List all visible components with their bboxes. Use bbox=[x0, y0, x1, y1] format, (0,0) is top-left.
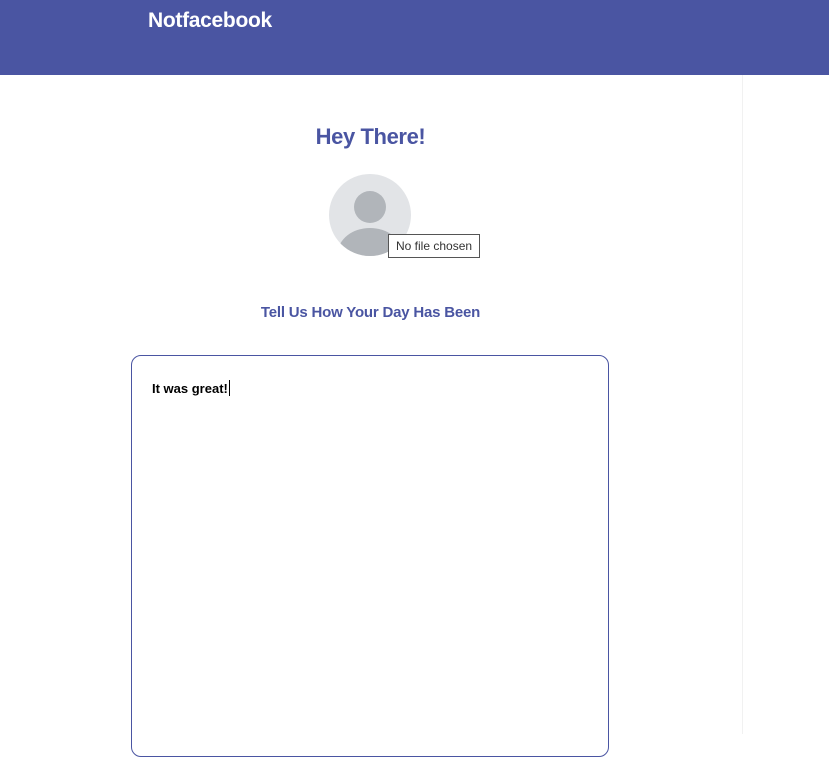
post-textarea-value: It was great! bbox=[152, 381, 228, 396]
sidebar-divider bbox=[742, 75, 743, 734]
post-textarea-content[interactable]: It was great! bbox=[152, 380, 230, 396]
post-textarea[interactable]: It was great! bbox=[131, 355, 609, 757]
text-caret bbox=[228, 380, 230, 396]
brand-logo-text[interactable]: Notfacebook bbox=[148, 9, 272, 33]
page-title: Hey There! bbox=[315, 124, 426, 149]
post-prompt-heading: Tell Us How Your Day Has Been bbox=[260, 304, 481, 321]
file-input-tooltip: No file chosen bbox=[388, 234, 481, 258]
top-navbar: Notfacebook bbox=[0, 0, 829, 75]
